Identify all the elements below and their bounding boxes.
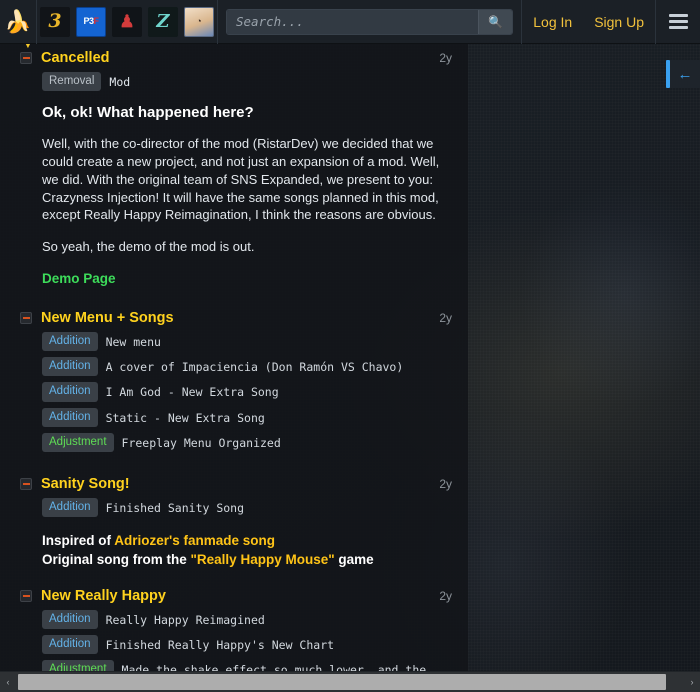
list-item: Addition Finished Sanity Song bbox=[42, 498, 452, 517]
update-section-header: New Really Happy 2y bbox=[0, 582, 468, 608]
update-section-age: 2y bbox=[431, 477, 452, 491]
change-type-badge[interactable]: Addition bbox=[42, 382, 98, 401]
tag-row: Removal Mod bbox=[42, 72, 452, 91]
list-item: Addition Really Happy Reimagined bbox=[42, 610, 452, 629]
rich-paragraph-1: Well, with the co-director of the mod (R… bbox=[42, 135, 452, 224]
change-type-badge[interactable]: Addition bbox=[42, 357, 98, 376]
search-box: 🔍 bbox=[226, 9, 513, 35]
search-icon[interactable]: 🔍 bbox=[478, 10, 512, 34]
zelda-z-icon-glyph: Z bbox=[156, 13, 169, 31]
update-section-age: 2y bbox=[431, 311, 452, 325]
category-label: Mod bbox=[109, 72, 130, 89]
change-type-badge[interactable]: Addition bbox=[42, 332, 98, 351]
change-type-badge[interactable]: Addition bbox=[42, 610, 98, 629]
list-item: Addition New menu bbox=[42, 332, 452, 351]
list-item: Addition I Am God - New Extra Song bbox=[42, 382, 452, 401]
update-section: Sanity Song! 2y Addition Finished Sanity… bbox=[0, 470, 468, 582]
credit-line-1: Inspired of Adriozer's fanmade song bbox=[42, 531, 452, 550]
change-type-badge[interactable]: Adjustment bbox=[42, 433, 114, 452]
demo-page-link[interactable]: Demo Page bbox=[42, 271, 116, 286]
horizontal-scrollbar[interactable]: ‹ › bbox=[0, 671, 700, 691]
search-icon-glyph: 🔍 bbox=[488, 15, 503, 29]
change-text: I Am God - New Extra Song bbox=[106, 382, 279, 401]
list-item: Adjustment Freeplay Menu Organized bbox=[42, 433, 452, 452]
zelda-z-icon[interactable]: Z bbox=[148, 7, 178, 37]
change-text: Finished Sanity Song bbox=[106, 498, 244, 517]
update-section-header: Sanity Song! 2y bbox=[0, 470, 468, 496]
change-type-badge[interactable]: Addition bbox=[42, 498, 98, 517]
credit-1-highlight: Adriozer's fanmade song bbox=[114, 533, 275, 548]
update-section-header: New Menu + Songs 2y bbox=[0, 304, 468, 330]
change-text: New menu bbox=[106, 332, 161, 351]
rich-paragraph-2: So yeah, the demo of the mod is out. bbox=[42, 238, 452, 256]
login-link[interactable]: Log In bbox=[522, 0, 583, 44]
update-section-age: 2y bbox=[431, 589, 452, 603]
change-text: Really Happy Reimagined bbox=[106, 610, 265, 629]
credits-block: Inspired of Adriozer's fanmade song Orig… bbox=[42, 531, 452, 569]
scroll-left-glyph: ‹ bbox=[7, 677, 10, 687]
page-body: ← ▼ Cancelled 2y Removal Mod Ok, ok! Wha… bbox=[0, 44, 700, 691]
update-section-header: Cancelled 2y bbox=[0, 44, 468, 70]
update-section-age: 2y bbox=[431, 51, 452, 65]
change-text: Finished Really Happy's New Chart bbox=[106, 635, 334, 654]
change-text: Freeplay Menu Organized bbox=[122, 433, 281, 452]
change-type-badge[interactable]: Addition bbox=[42, 635, 98, 654]
search-container: 🔍 bbox=[218, 0, 521, 44]
credit-2-post: game bbox=[335, 552, 374, 567]
arrow-left-glyph: ← bbox=[678, 66, 693, 83]
collapse-toggle-icon[interactable] bbox=[20, 478, 32, 490]
signup-link[interactable]: Sign Up bbox=[583, 0, 655, 44]
collapse-toggle-icon[interactable] bbox=[20, 52, 32, 64]
update-section-title[interactable]: Cancelled bbox=[41, 50, 431, 66]
change-text: Static - New Extra Song bbox=[106, 408, 265, 427]
mario-icon[interactable]: ♟ bbox=[112, 7, 142, 37]
credit-2-highlight: "Really Happy Mouse" bbox=[191, 552, 335, 567]
p3f-icon[interactable]: P3F bbox=[76, 7, 106, 37]
update-section-title[interactable]: Sanity Song! bbox=[41, 476, 431, 492]
scroll-left-arrow-icon[interactable]: ‹ bbox=[0, 672, 16, 692]
p3f-icon-glyph: P3 bbox=[83, 17, 93, 26]
banana-icon-glyph: 🍌 bbox=[4, 11, 31, 33]
scroll-right-glyph: › bbox=[691, 677, 694, 687]
update-section: Cancelled 2y Removal Mod Ok, ok! What ha… bbox=[0, 44, 468, 304]
update-section-body: Addition Finished Sanity Song Inspired o… bbox=[0, 496, 468, 580]
update-section: New Menu + Songs 2y Addition New menu Ad… bbox=[0, 304, 468, 470]
three-icon[interactable]: 3 bbox=[40, 7, 70, 37]
collapse-toggle-icon[interactable] bbox=[20, 590, 32, 602]
update-section-title[interactable]: New Really Happy bbox=[41, 588, 431, 604]
list-item: Addition Finished Really Happy's New Cha… bbox=[42, 635, 452, 654]
top-navbar: 🍌 3 P3F ♟ Z ◔ 🔍 Log In Sign Up bbox=[0, 0, 700, 44]
banana-icon[interactable]: 🍌 bbox=[3, 7, 33, 37]
collapse-toggle-icon[interactable] bbox=[20, 312, 32, 324]
change-text: A cover of Impaciencia (Don Ramón VS Cha… bbox=[106, 357, 404, 376]
update-section-body: Removal Mod Ok, ok! What happened here? … bbox=[0, 70, 468, 302]
list-item: Addition A cover of Impaciencia (Don Ram… bbox=[42, 357, 452, 376]
site-icon-list: 🍌 3 P3F ♟ Z ◔ bbox=[0, 0, 217, 44]
rich-heading: Ok, ok! What happened here? bbox=[42, 104, 452, 121]
update-section-body: Addition New menu Addition A cover of Im… bbox=[0, 330, 468, 468]
scrollbar-track[interactable] bbox=[16, 672, 684, 692]
hamburger-icon[interactable] bbox=[656, 0, 700, 44]
anime-icon-glyph: ◔ bbox=[196, 17, 201, 26]
collapse-left-arrow-icon[interactable]: ← bbox=[670, 60, 700, 88]
update-section-title[interactable]: New Menu + Songs bbox=[41, 310, 431, 326]
change-type-badge[interactable]: Addition bbox=[42, 408, 98, 427]
status-badge[interactable]: Removal bbox=[42, 72, 101, 91]
three-icon-glyph: 3 bbox=[48, 12, 61, 31]
scroll-right-arrow-icon[interactable]: › bbox=[684, 672, 700, 692]
anime-icon[interactable]: ◔ bbox=[184, 7, 214, 37]
scrollbar-thumb[interactable] bbox=[18, 674, 666, 690]
search-input[interactable] bbox=[227, 10, 478, 34]
credit-line-2: Original song from the "Really Happy Mou… bbox=[42, 550, 452, 569]
credit-2-pre: Original song from the bbox=[42, 552, 191, 567]
rich-text-block: Ok, ok! What happened here? Well, with t… bbox=[42, 104, 452, 292]
credit-1-pre: Inspired of bbox=[42, 533, 114, 548]
nav-divider bbox=[36, 0, 37, 44]
p3f-icon-glyph-2: F bbox=[94, 17, 99, 26]
mario-icon-glyph: ♟ bbox=[119, 13, 134, 30]
sidebar-collapse-control: ← bbox=[666, 60, 700, 88]
list-item: Addition Static - New Extra Song bbox=[42, 408, 452, 427]
updates-content-column: ▼ Cancelled 2y Removal Mod Ok, ok! What … bbox=[0, 44, 468, 691]
